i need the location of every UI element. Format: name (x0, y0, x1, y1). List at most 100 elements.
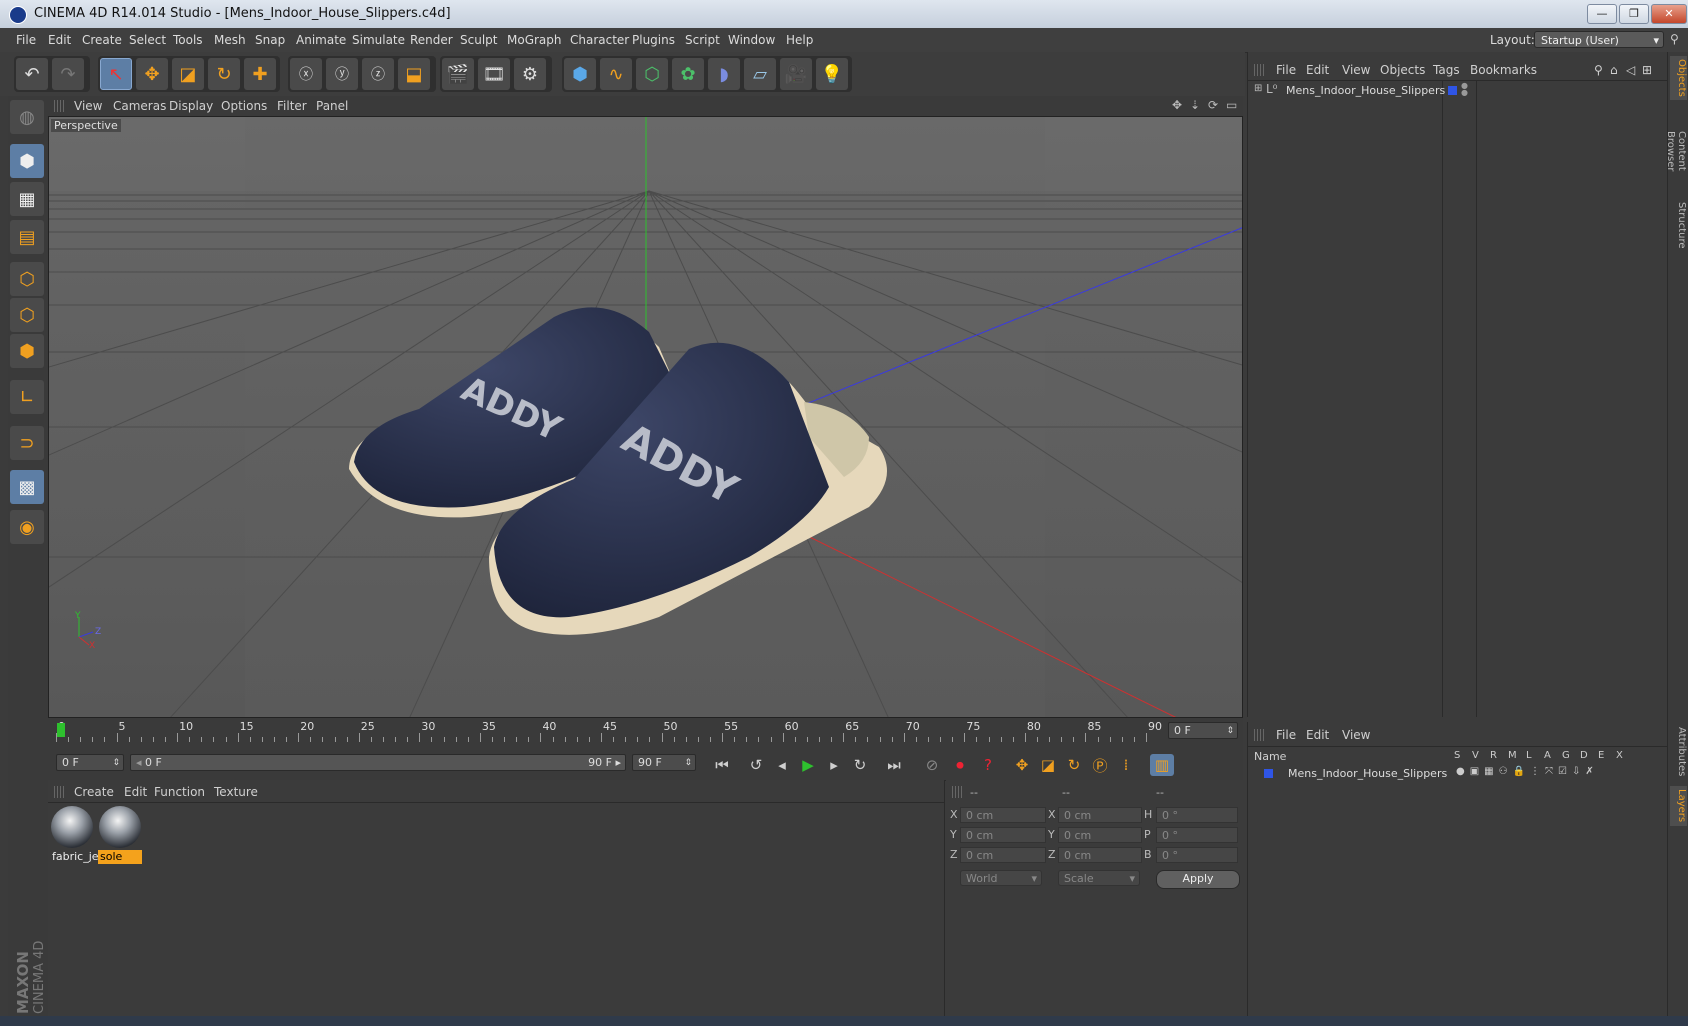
z-axis-icon[interactable]: ⓩ (362, 58, 394, 90)
menu-mograph[interactable]: MoGraph (507, 33, 562, 47)
expand-icon[interactable]: ⊞ (1254, 83, 1262, 94)
mat-menu-create[interactable]: Create (74, 785, 114, 799)
menu-select[interactable]: Select (129, 33, 166, 47)
cube-icon[interactable]: ⬢ (564, 58, 596, 90)
y-axis-icon[interactable]: ⓨ (326, 58, 358, 90)
next-frame-icon[interactable]: ▸ (822, 754, 846, 776)
minimize-button[interactable]: — (1587, 4, 1617, 24)
layer-column-x[interactable]: X (1616, 750, 1623, 761)
back-icon[interactable]: ◁ (1626, 63, 1635, 77)
timeline-window-icon[interactable]: ▥ (1150, 754, 1174, 776)
stepper-icon[interactable]: ⇕ (1226, 723, 1234, 739)
deformer-icon[interactable]: ◗ (708, 58, 740, 90)
spline-icon[interactable]: ∿ (600, 58, 632, 90)
rotation-p-field[interactable]: 0 ° (1156, 827, 1238, 843)
panel-grip-icon[interactable] (952, 786, 964, 798)
render-picture-viewer-icon[interactable]: 🎞 (478, 58, 510, 90)
polygons-mode-icon[interactable]: ⬢ (10, 334, 44, 368)
menu-character[interactable]: Character (570, 33, 629, 47)
tab-content-browser[interactable]: Content Browser (1665, 110, 1687, 192)
panel-grip-icon[interactable] (1254, 729, 1266, 741)
play-icon[interactable]: ▶ (796, 754, 820, 776)
object-row[interactable]: ⊞ L⁰ Mens_Indoor_House_Slippers ● ● (1252, 82, 1662, 100)
rotate-icon[interactable]: ↻ (208, 58, 240, 90)
viewport-rotate-icon[interactable]: ⟳ (1208, 98, 1218, 112)
tab-attributes[interactable]: Attributes (1670, 724, 1687, 780)
keyframe-selection-icon[interactable]: ? (976, 754, 1000, 776)
texture-mode-icon[interactable]: ▦ (10, 182, 44, 216)
camera-icon[interactable]: 🎥 (780, 58, 812, 90)
menu-sculpt[interactable]: Sculpt (460, 33, 497, 47)
search-icon[interactable]: ⚲ (1670, 32, 1679, 46)
make-editable-icon[interactable]: ◍ (10, 100, 44, 134)
key-parameter-icon[interactable]: Ⓟ (1088, 754, 1112, 776)
menu-script[interactable]: Script (685, 33, 720, 47)
vp-menu-display[interactable]: Display (169, 99, 213, 113)
layer-flags-icon[interactable]: ●▣▦⚇🔒⋮⤧☑⇩✗ (1456, 766, 1599, 777)
next-key-icon[interactable]: ↻ (848, 754, 872, 776)
coord-mode-select[interactable]: Scale ▾ (1058, 870, 1140, 886)
render-view-icon[interactable]: 🎬 (442, 58, 474, 90)
live-selection-icon[interactable]: ↖ (100, 58, 132, 90)
vp-menu-panel[interactable]: Panel (316, 99, 348, 113)
mat-menu-texture[interactable]: Texture (214, 785, 258, 799)
obj-menu-edit[interactable]: Edit (1306, 63, 1329, 77)
stepper-icon[interactable]: ⇕ (684, 755, 692, 771)
material-sole[interactable]: sole (98, 806, 142, 864)
key-scale-icon[interactable]: ◪ (1036, 754, 1060, 776)
coord-space-select[interactable]: World ▾ (960, 870, 1042, 886)
size-y-field[interactable]: 0 cm (1058, 827, 1142, 843)
mat-menu-function[interactable]: Function (154, 785, 205, 799)
obj-menu-file[interactable]: File (1276, 63, 1296, 77)
max-frame-field[interactable]: 90 F ⇕ (632, 754, 696, 771)
menu-mesh[interactable]: Mesh (214, 33, 246, 47)
obj-menu-tags[interactable]: Tags (1433, 63, 1460, 77)
add-icon[interactable]: ✚ (244, 58, 276, 90)
go-to-end-icon[interactable]: ⏭ (882, 754, 906, 776)
position-y-field[interactable]: 0 cm (960, 827, 1046, 843)
model-mode-icon[interactable]: ⬢ (10, 144, 44, 178)
menu-help[interactable]: Help (786, 33, 813, 47)
key-position-icon[interactable]: ✥ (1010, 754, 1034, 776)
key-rotation-icon[interactable]: ↻ (1062, 754, 1086, 776)
viewport-move-icon[interactable]: ✥ (1172, 98, 1182, 112)
menu-render[interactable]: Render (410, 33, 453, 47)
layer-column-g[interactable]: G (1562, 750, 1570, 761)
layer-column-s[interactable]: S (1454, 750, 1460, 761)
tab-objects[interactable]: Objects (1670, 56, 1687, 100)
menu-simulate[interactable]: Simulate (352, 33, 405, 47)
current-frame-field[interactable]: 0 F ⇕ (56, 754, 124, 771)
layer-menu-edit[interactable]: Edit (1306, 728, 1329, 742)
material-fabric[interactable]: fabric_je (50, 806, 99, 864)
autokey-icon[interactable]: ⏺ (948, 754, 972, 776)
record-keys-icon[interactable]: ⊘ (920, 754, 944, 776)
panel-grip-icon[interactable] (1254, 64, 1266, 76)
mograph-icon[interactable]: ✿ (672, 58, 704, 90)
close-button[interactable]: ✕ (1651, 4, 1687, 24)
obj-menu-bookmarks[interactable]: Bookmarks (1470, 63, 1537, 77)
search-icon[interactable]: ⚲ (1594, 63, 1603, 77)
menu-tools[interactable]: Tools (173, 33, 203, 47)
go-to-start-icon[interactable]: ⏮ (710, 754, 734, 776)
render-settings-icon[interactable]: ⚙ (514, 58, 546, 90)
maximize-button[interactable]: ❐ (1619, 4, 1649, 24)
undo-icon[interactable]: ↶ (16, 58, 48, 90)
coordinate-system-icon[interactable]: ⬓ (398, 58, 430, 90)
new-window-icon[interactable]: ⊞ (1642, 63, 1652, 77)
move-icon[interactable]: ✥ (136, 58, 168, 90)
snap-icon[interactable]: ⊃ (10, 426, 44, 460)
menu-edit[interactable]: Edit (48, 33, 71, 47)
visibility-dots-icon[interactable]: ● ● (1461, 82, 1468, 97)
vp-menu-options[interactable]: Options (221, 99, 267, 113)
vp-menu-cameras[interactable]: Cameras (113, 99, 166, 113)
panel-grip-icon[interactable] (54, 786, 66, 798)
layer-column-r[interactable]: R (1490, 750, 1497, 761)
rotation-b-field[interactable]: 0 ° (1156, 847, 1238, 863)
vp-menu-filter[interactable]: Filter (277, 99, 307, 113)
playhead[interactable] (57, 723, 65, 737)
stepper-icon[interactable]: ⇕ (112, 755, 120, 771)
tab-layers[interactable]: Layers (1670, 786, 1687, 826)
layer-menu-file[interactable]: File (1276, 728, 1296, 742)
menu-plugins[interactable]: Plugins (632, 33, 675, 47)
vp-menu-view[interactable]: View (74, 99, 102, 113)
